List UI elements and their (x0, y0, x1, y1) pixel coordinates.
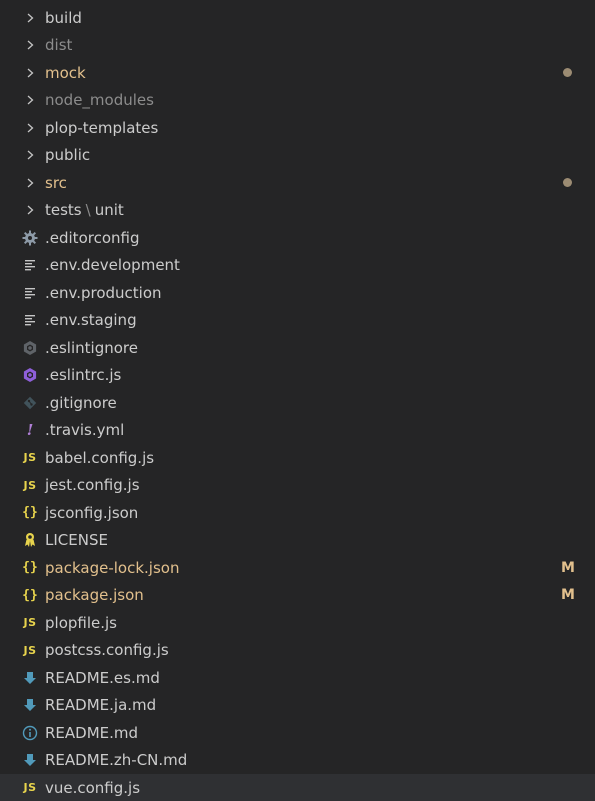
tree-file-plopfile-js[interactable]: JS plopfile.js (0, 609, 595, 637)
tree-item-label: README.es.md (45, 668, 160, 687)
json-braces-icon: {} (22, 505, 38, 521)
tree-item-label: .eslintignore (45, 338, 138, 357)
tree-folder-src[interactable]: src (0, 169, 595, 197)
tree-item-label: README.md (45, 723, 139, 742)
tree-file-eslintignore[interactable]: .eslintignore (0, 334, 595, 362)
tree-file-package-lock-json[interactable]: {} package-lock.json M (0, 554, 595, 582)
tree-file-license[interactable]: LICENSE (0, 527, 595, 555)
tree-file-travis-yml[interactable]: ! .travis.yml (0, 417, 595, 445)
json-braces-icon: {} (22, 560, 38, 576)
tree-file-postcss-config-js[interactable]: JS postcss.config.js (0, 637, 595, 665)
tree-item-label: package.json (45, 586, 144, 605)
eslint-icon (20, 338, 40, 358)
tree-file-eslintrc-js[interactable]: .eslintrc.js (0, 362, 595, 390)
javascript-icon: JS (23, 781, 37, 795)
markdown-arrow-icon (20, 750, 40, 770)
tree-item-label: node_modules (45, 91, 154, 110)
tree-item-label: babel.config.js (45, 448, 155, 467)
eslint-icon (20, 365, 40, 385)
tree-file-jsconfig-json[interactable]: {} jsconfig.json (0, 499, 595, 527)
tree-item-label: .gitignore (45, 393, 117, 412)
tree-item-label: postcss.config.js (45, 641, 169, 660)
json-braces-icon: {} (22, 587, 38, 603)
tree-item-label: LICENSE (45, 531, 108, 550)
tree-item-label: .travis.yml (45, 421, 125, 440)
tree-item-label: plopfile.js (45, 613, 117, 632)
tree-folder-public[interactable]: public (0, 142, 595, 170)
chevron-right-icon (20, 118, 40, 138)
tree-item-label: dist (45, 36, 73, 55)
tree-item-label: .eslintrc.js (45, 366, 122, 385)
tree-file-package-json[interactable]: {} package.json M (0, 582, 595, 610)
chevron-right-icon (20, 145, 40, 165)
tree-file-jest-config-js[interactable]: JS jest.config.js (0, 472, 595, 500)
tree-item-label: vue.config.js (45, 778, 141, 797)
tree-file-readme-ja-md[interactable]: README.ja.md (0, 692, 595, 720)
tree-file-gitignore[interactable]: .gitignore (0, 389, 595, 417)
tree-file-readme-es-md[interactable]: README.es.md (0, 664, 595, 692)
tree-folder-build[interactable]: build (0, 4, 595, 32)
javascript-icon: JS (23, 616, 37, 630)
modified-dot-indicator (563, 68, 572, 78)
javascript-icon: JS (23, 643, 37, 657)
gear-icon (20, 228, 40, 248)
tree-file-readme-zh-cn-md[interactable]: README.zh-CN.md (0, 747, 595, 775)
tree-item-label: plop-templates (45, 118, 159, 137)
file-explorer-tree: build dist mock node_modules plop-templa… (0, 4, 595, 801)
tree-file-editorconfig[interactable]: .editorconfig (0, 224, 595, 252)
tree-file-babel-config-js[interactable]: JS babel.config.js (0, 444, 595, 472)
license-ribbon-icon (20, 530, 40, 550)
markdown-arrow-icon (20, 668, 40, 688)
chevron-right-icon (20, 35, 40, 55)
tree-item-label: README.ja.md (45, 696, 157, 715)
git-modified-badge: M (561, 559, 575, 576)
tree-folder-dist[interactable]: dist (0, 32, 595, 60)
chevron-right-icon (20, 90, 40, 110)
javascript-icon: JS (23, 478, 37, 492)
compact-folder-segment[interactable]: unit (95, 201, 124, 219)
tree-item-label: README.zh-CN.md (45, 751, 188, 770)
tree-item-label: .env.development (45, 256, 180, 275)
tree-item-label: build (45, 8, 82, 27)
text-lines-icon (20, 283, 40, 303)
tree-file-env-development[interactable]: .env.development (0, 252, 595, 280)
compact-folder-segment[interactable]: tests (45, 201, 82, 219)
modified-dot-indicator (563, 178, 572, 188)
tree-folder-plop-templates[interactable]: plop-templates (0, 114, 595, 142)
chevron-right-icon (20, 173, 40, 193)
tree-item-label: jsconfig.json (45, 503, 139, 522)
tree-file-readme-md[interactable]: README.md (0, 719, 595, 747)
info-icon (20, 723, 40, 743)
tree-file-vue-config-js[interactable]: JS vue.config.js (0, 774, 595, 801)
text-lines-icon (20, 310, 40, 330)
tree-item-label: jest.config.js (45, 476, 140, 495)
tree-folder-mock[interactable]: mock (0, 59, 595, 87)
tree-folder-tests-unit[interactable]: tests \ unit (0, 197, 595, 225)
tree-item-label: .env.staging (45, 311, 137, 330)
markdown-arrow-icon (20, 695, 40, 715)
tree-folder-node-modules[interactable]: node_modules (0, 87, 595, 115)
javascript-icon: JS (23, 451, 37, 465)
chevron-right-icon (20, 200, 40, 220)
git-modified-badge: M (561, 587, 575, 604)
git-icon (20, 393, 40, 413)
chevron-right-icon (20, 63, 40, 83)
text-lines-icon (20, 255, 40, 275)
tree-item-label: src (45, 173, 67, 192)
tree-item-label: public (45, 146, 91, 165)
tree-item-label: package-lock.json (45, 558, 180, 577)
tree-item-label-compact: tests \ unit (45, 200, 124, 220)
chevron-right-icon (20, 8, 40, 28)
tree-item-label: mock (45, 63, 86, 82)
compact-folder-separator: \ (85, 201, 91, 220)
tree-file-env-staging[interactable]: .env.staging (0, 307, 595, 335)
exclamation-icon: ! (26, 421, 34, 440)
tree-file-env-production[interactable]: .env.production (0, 279, 595, 307)
tree-item-label: .editorconfig (45, 228, 140, 247)
tree-item-label: .env.production (45, 283, 162, 302)
